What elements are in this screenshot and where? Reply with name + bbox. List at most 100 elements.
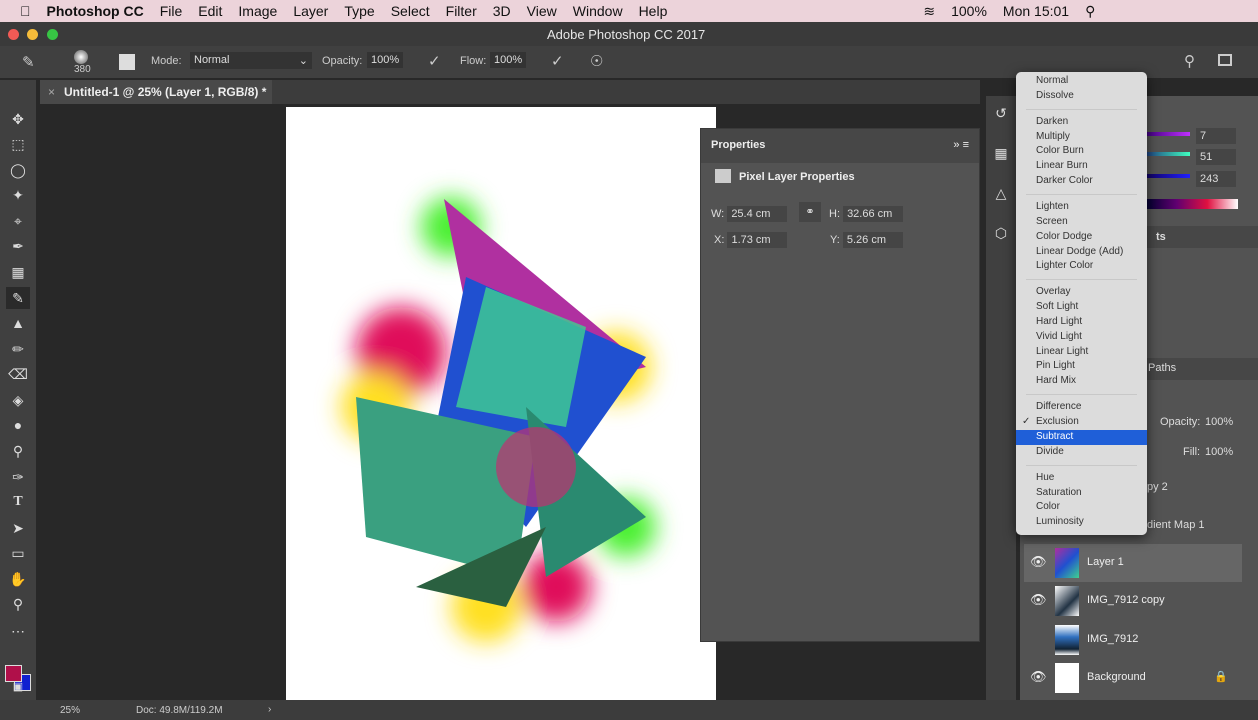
fill-input[interactable]: 100% [1205,446,1233,458]
layer-name-partial[interactable]: dient Map 1 [1147,519,1204,531]
wifi-icon[interactable]: ≋ [915,3,943,20]
stamp-tool-icon[interactable]: ▲ [6,312,30,334]
pen-tool-icon[interactable]: ✑ [6,466,30,488]
menu-file[interactable]: File [152,3,191,19]
menu-image[interactable]: Image [230,3,285,19]
width-input[interactable]: 25.4 cm [727,206,788,222]
blend-mode-lighten[interactable]: Lighten [1016,200,1147,215]
blend-mode-lighter-color[interactable]: Lighter Color [1016,259,1147,274]
y-input[interactable]: 5.26 cm [842,232,903,248]
rectangle-tool-icon[interactable]: ▭ [6,542,30,564]
eye-icon[interactable]: 👁 [1030,669,1047,685]
document-canvas[interactable] [286,107,716,700]
menu-3d[interactable]: 3D [485,3,519,19]
document-tab[interactable]: × Untitled-1 @ 25% (Layer 1, RGB/8) * [40,80,272,104]
type-tool-icon[interactable]: T [6,491,30,513]
blend-mode-exclusion[interactable]: ✓ Exclusion [1016,415,1147,430]
brush-preview-icon[interactable] [74,50,88,64]
blend-mode-hard-light[interactable]: Hard Light [1016,315,1147,330]
blend-mode-pin-light[interactable]: Pin Light [1016,359,1147,374]
history-brush-tool-icon[interactable]: ✏ [6,338,30,360]
layer-row-background[interactable]: 👁 Background 🔒 [1024,659,1242,697]
blend-mode-subtract[interactable]: Subtract [1016,429,1147,445]
flow-input[interactable]: 100% [490,52,527,68]
path-selection-tool-icon[interactable]: ➤ [6,517,30,539]
eraser-tool-icon[interactable]: ⌫ [6,363,30,385]
blend-mode-overlay[interactable]: Overlay [1016,285,1147,300]
eye-icon[interactable]: 👁 [1030,592,1047,608]
eye-icon[interactable]: 👁 [1030,554,1047,570]
green-value[interactable]: 51 [1196,149,1236,165]
spotlight-icon[interactable]: ⚲ [1077,3,1103,20]
blend-mode-hard-mix[interactable]: Hard Mix [1016,374,1147,389]
blend-mode-screen[interactable]: Screen [1016,215,1147,230]
red-slider[interactable] [1146,132,1190,136]
airbrush-icon[interactable]: ✓ [551,52,564,70]
red-value[interactable]: 7 [1196,128,1236,144]
layer-row-img-7912-copy[interactable]: 👁 IMG_7912 copy [1024,582,1242,620]
brush-tool-icon[interactable]: ✎ [22,53,35,71]
link-icon[interactable]: ⚭ [799,202,821,222]
magic-wand-tool-icon[interactable]: ✦ [6,184,30,206]
close-window-button[interactable] [8,29,19,40]
eyedropper-tool-icon[interactable]: ✒ [6,235,30,257]
history-icon[interactable]: ↺ [989,102,1013,124]
battery-label[interactable]: 100% [943,3,995,19]
green-slider[interactable] [1146,152,1190,156]
pressure-opacity-icon[interactable]: ✓ [428,52,441,70]
blend-mode-color[interactable]: Color [1016,500,1147,515]
zoom-tool-icon[interactable]: ⚲ [6,593,30,615]
apple-icon[interactable]:  [0,3,39,19]
layer-row-img-7912[interactable]: IMG_7912 [1024,621,1242,659]
layer-row-layer-1[interactable]: 👁 Layer 1 [1024,544,1242,582]
app-menu[interactable]: Photoshop CC [39,3,152,19]
brush-panel-icon[interactable] [119,54,135,70]
hand-tool-icon[interactable]: ✋ [6,568,30,590]
layer-name-partial[interactable]: py 2 [1147,481,1168,493]
blend-mode-soft-light[interactable]: Soft Light [1016,300,1147,315]
minimize-window-button[interactable] [27,29,38,40]
menu-edit[interactable]: Edit [190,3,230,19]
blend-mode-linear-light[interactable]: Linear Light [1016,345,1147,360]
menu-help[interactable]: Help [631,3,676,19]
status-arrow-icon[interactable]: › [268,704,271,715]
blend-mode-saturation[interactable]: Saturation [1016,486,1147,501]
menu-view[interactable]: View [519,3,565,19]
crop-tool-icon[interactable]: ⌖ [6,210,30,232]
blend-mode-divide[interactable]: Divide [1016,445,1147,460]
blend-mode-color-burn[interactable]: Color Burn [1016,144,1147,159]
menu-select[interactable]: Select [383,3,438,19]
menu-layer[interactable]: Layer [285,3,336,19]
3d-icon[interactable]: ⬡ [989,222,1013,244]
brush-tool-icon[interactable]: ✎ [6,287,30,309]
blue-value[interactable]: 243 [1196,171,1236,187]
adjustments-tab[interactable]: ts [1146,226,1258,248]
blend-mode-vivid-light[interactable]: Vivid Light [1016,330,1147,345]
clock[interactable]: Mon 15:01 [995,3,1077,19]
doc-size[interactable]: Doc: 49.8M/119.2M [136,705,223,716]
blur-tool-icon[interactable]: ● [6,414,30,436]
layers-opacity-input[interactable]: 100% [1205,416,1233,428]
collapse-icon[interactable]: » ≡ [953,139,969,151]
blend-mode-difference[interactable]: Difference [1016,400,1147,415]
height-input[interactable]: 32.66 cm [843,206,904,222]
menu-window[interactable]: Window [565,3,631,19]
mode-select[interactable]: Normal ⌄ [190,52,312,69]
paths-tab[interactable]: Paths [1146,358,1258,380]
blend-mode-dissolve[interactable]: Dissolve [1016,89,1147,104]
menu-type[interactable]: Type [336,3,382,19]
more-tools-icon[interactable]: ⋯ [6,620,30,642]
marquee-tool-icon[interactable]: ⬚ [6,133,30,155]
zoom-level[interactable]: 25% [60,705,80,716]
blend-mode-normal[interactable]: Normal [1016,74,1147,89]
move-tool-icon[interactable]: ✥ [6,108,30,130]
blend-mode-multiply[interactable]: Multiply [1016,130,1147,145]
paths-icon[interactable]: △ [989,182,1013,204]
workspace-icon[interactable] [1218,54,1232,66]
blend-mode-linear-burn[interactable]: Linear Burn [1016,159,1147,174]
blend-mode-linear-dodge-add[interactable]: Linear Dodge (Add) [1016,245,1147,260]
search-icon[interactable]: ⚲ [1184,52,1195,70]
close-tab-icon[interactable]: × [48,85,55,99]
maximize-window-button[interactable] [47,29,58,40]
blend-mode-luminosity[interactable]: Luminosity [1016,515,1147,530]
